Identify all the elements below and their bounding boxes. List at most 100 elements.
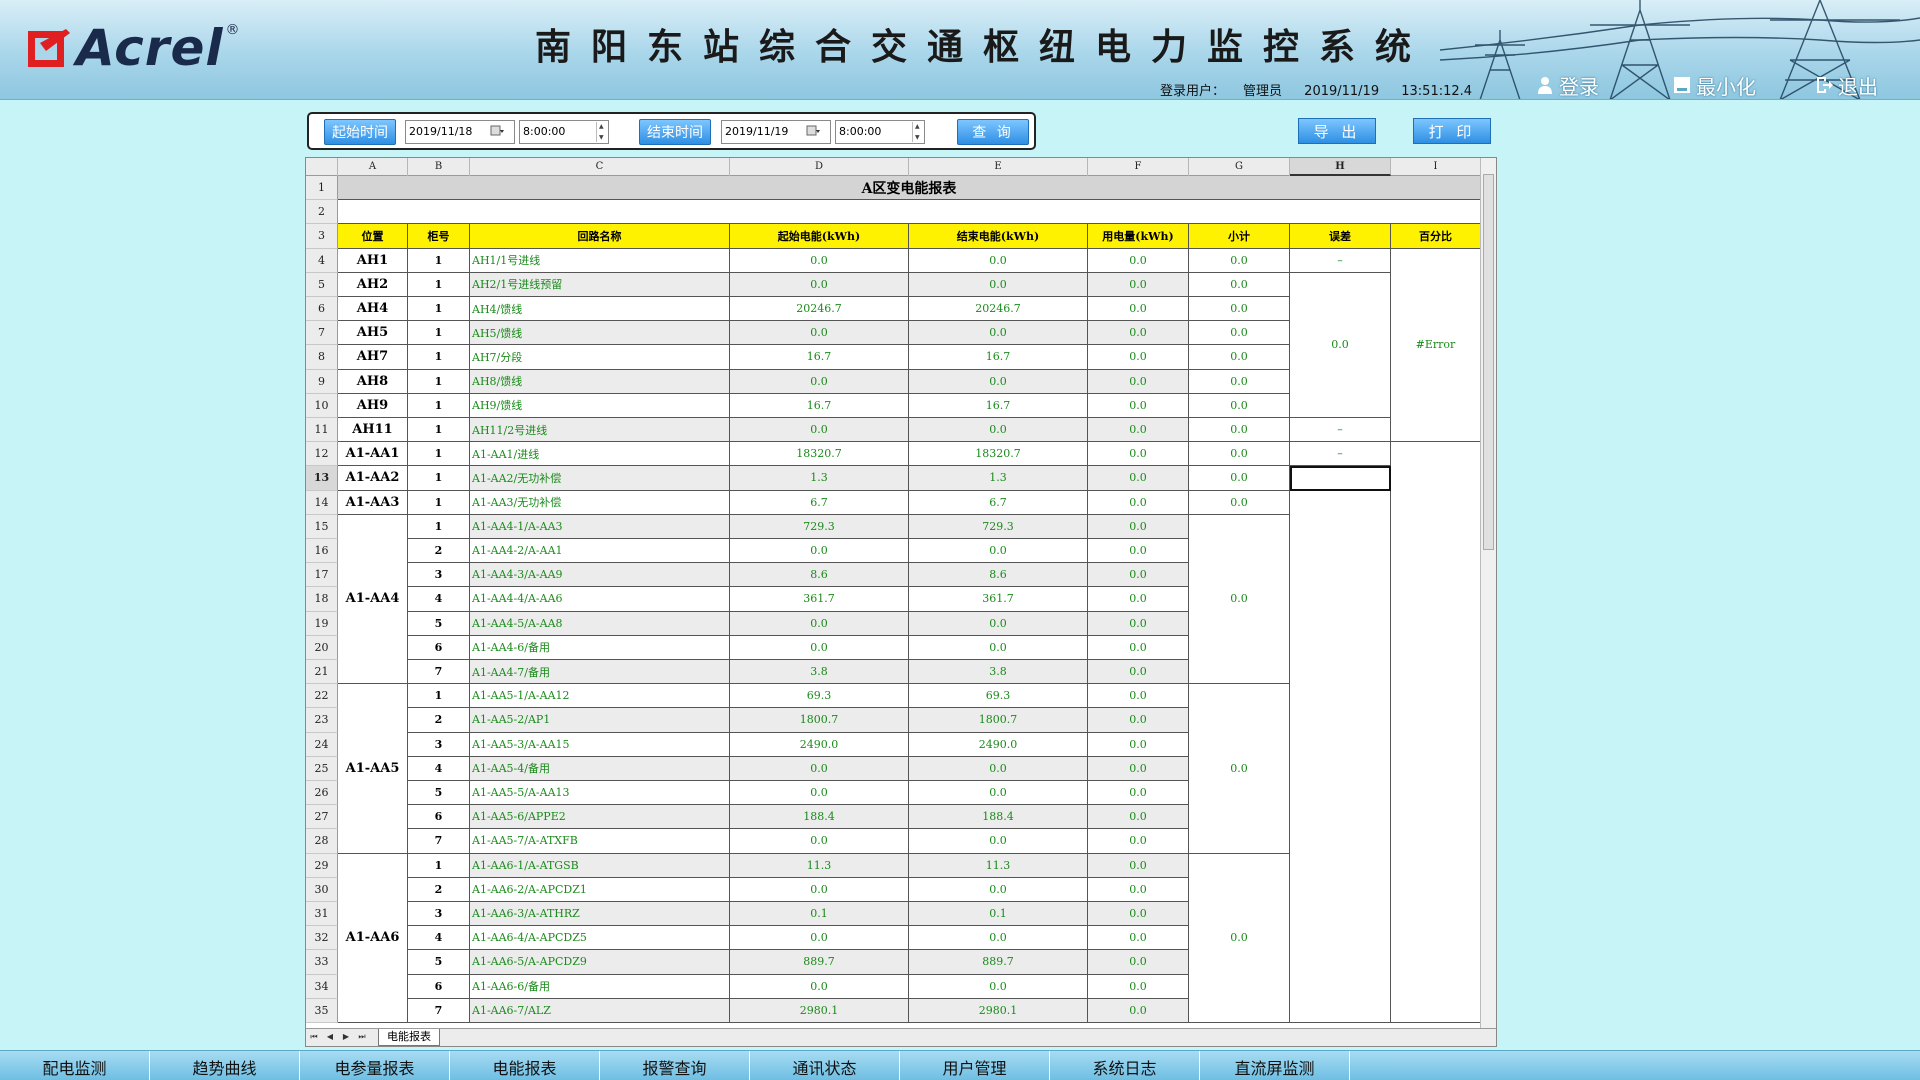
percent-merged-cell[interactable]: #Error: [1391, 248, 1481, 443]
cabinet-cell[interactable]: 7: [408, 829, 470, 854]
vertical-scrollbar[interactable]: [1480, 158, 1496, 1030]
usage-cell[interactable]: 0.0: [1088, 514, 1189, 539]
row-header[interactable]: 20: [306, 635, 338, 660]
row-header[interactable]: 13: [306, 466, 338, 491]
position-cell[interactable]: AH11: [338, 418, 408, 443]
print-button[interactable]: 打 印: [1413, 118, 1491, 144]
usage-cell[interactable]: 0.0: [1088, 708, 1189, 733]
column-header-b[interactable]: B: [408, 158, 470, 176]
end-energy-cell[interactable]: 0.0: [909, 418, 1088, 443]
end-energy-cell[interactable]: 18320.7: [909, 442, 1088, 467]
start-energy-cell[interactable]: 2980.1: [730, 998, 909, 1023]
end-energy-cell[interactable]: 1.3: [909, 466, 1088, 491]
position-cell[interactable]: AH9: [338, 393, 408, 418]
circuit-name-cell[interactable]: A1-AA5-7/A-ATXFB: [470, 829, 730, 854]
usage-cell[interactable]: 0.0: [1088, 490, 1189, 515]
next-sheet-icon[interactable]: ▶: [340, 1031, 352, 1043]
start-energy-cell[interactable]: 361.7: [730, 587, 909, 612]
row-header[interactable]: 16: [306, 539, 338, 564]
subtotal-cell[interactable]: 0.0: [1189, 442, 1290, 467]
end-energy-cell[interactable]: 188.4: [909, 805, 1088, 830]
position-cell[interactable]: AH5: [338, 321, 408, 346]
position-merged-cell[interactable]: A1-AA5: [338, 684, 408, 854]
start-energy-cell[interactable]: 16.7: [730, 345, 909, 370]
start-energy-cell[interactable]: 11.3: [730, 853, 909, 878]
nav-parameter-report[interactable]: 电参量报表: [300, 1051, 450, 1080]
row-header[interactable]: 3: [306, 224, 338, 249]
circuit-name-cell[interactable]: A1-AA6-4/A-APCDZ5: [470, 926, 730, 951]
column-header-e[interactable]: E: [909, 158, 1088, 176]
usage-cell[interactable]: 0.0: [1088, 853, 1189, 878]
export-button[interactable]: 导 出: [1298, 118, 1376, 144]
circuit-name-cell[interactable]: A1-AA3/无功补偿: [470, 490, 730, 515]
subtotal-cell[interactable]: 0.0: [1189, 248, 1290, 273]
start-energy-cell[interactable]: 18320.7: [730, 442, 909, 467]
usage-cell[interactable]: 0.0: [1088, 974, 1189, 999]
usage-cell[interactable]: 0.0: [1088, 466, 1189, 491]
position-cell[interactable]: A1-AA2: [338, 466, 408, 491]
cabinet-cell[interactable]: 1: [408, 272, 470, 297]
row-header[interactable]: 34: [306, 974, 338, 999]
row-header[interactable]: 6: [306, 297, 338, 322]
sheet-tab-energy-report[interactable]: 电能报表: [378, 1029, 440, 1046]
usage-cell[interactable]: 0.0: [1088, 660, 1189, 685]
cabinet-cell[interactable]: 4: [408, 587, 470, 612]
start-energy-cell[interactable]: 889.7: [730, 950, 909, 975]
minimize-button[interactable]: 最小化: [1672, 72, 1756, 99]
start-energy-cell[interactable]: 0.0: [730, 369, 909, 394]
start-energy-cell[interactable]: 2490.0: [730, 732, 909, 757]
usage-cell[interactable]: 0.0: [1088, 272, 1189, 297]
end-energy-cell[interactable]: 2490.0: [909, 732, 1088, 757]
position-cell[interactable]: A1-AA1: [338, 442, 408, 467]
start-energy-cell[interactable]: 0.0: [730, 611, 909, 636]
row-header[interactable]: 29: [306, 853, 338, 878]
percent-empty-cell[interactable]: [1391, 442, 1481, 1023]
end-energy-cell[interactable]: 0.0: [909, 635, 1088, 660]
row-header[interactable]: 5: [306, 272, 338, 297]
last-sheet-icon[interactable]: ⏭: [356, 1031, 368, 1043]
row-header[interactable]: 25: [306, 756, 338, 781]
end-energy-cell[interactable]: 0.0: [909, 781, 1088, 806]
end-energy-cell[interactable]: 0.0: [909, 369, 1088, 394]
end-energy-cell[interactable]: 1800.7: [909, 708, 1088, 733]
cabinet-cell[interactable]: 6: [408, 635, 470, 660]
circuit-name-cell[interactable]: AH9/馈线: [470, 393, 730, 418]
position-cell[interactable]: AH7: [338, 345, 408, 370]
circuit-name-cell[interactable]: A1-AA4-5/A-AA8: [470, 611, 730, 636]
cabinet-cell[interactable]: 1: [408, 345, 470, 370]
subtotal-merged-cell[interactable]: 0.0: [1189, 514, 1290, 685]
nav-system-log[interactable]: 系统日志: [1050, 1051, 1200, 1080]
row-header[interactable]: 18: [306, 587, 338, 612]
position-cell[interactable]: AH2: [338, 272, 408, 297]
position-merged-cell[interactable]: A1-AA4: [338, 514, 408, 685]
cabinet-cell[interactable]: 1: [408, 418, 470, 443]
circuit-name-cell[interactable]: A1-AA5-5/A-AA13: [470, 781, 730, 806]
calendar-dropdown-icon[interactable]: [806, 124, 820, 138]
usage-cell[interactable]: 0.0: [1088, 563, 1189, 588]
circuit-name-cell[interactable]: A1-AA4-6/备用: [470, 635, 730, 660]
circuit-name-cell[interactable]: A1-AA5-3/A-AA15: [470, 732, 730, 757]
circuit-name-cell[interactable]: A1-AA6-6/备用: [470, 974, 730, 999]
column-header-g[interactable]: G: [1189, 158, 1290, 176]
nav-communication-status[interactable]: 通讯状态: [750, 1051, 900, 1080]
usage-cell[interactable]: 0.0: [1088, 877, 1189, 902]
position-merged-cell[interactable]: A1-AA6: [338, 853, 408, 1023]
cabinet-cell[interactable]: 7: [408, 660, 470, 685]
circuit-name-cell[interactable]: AH11/2号进线: [470, 418, 730, 443]
end-energy-cell[interactable]: 889.7: [909, 950, 1088, 975]
cabinet-cell[interactable]: 1: [408, 297, 470, 322]
column-header-d[interactable]: D: [730, 158, 909, 176]
end-energy-cell[interactable]: 0.0: [909, 926, 1088, 951]
cabinet-cell[interactable]: 1: [408, 248, 470, 273]
cabinet-cell[interactable]: 6: [408, 974, 470, 999]
circuit-name-cell[interactable]: A1-AA5-1/A-AA12: [470, 684, 730, 709]
end-energy-cell[interactable]: 0.0: [909, 321, 1088, 346]
usage-cell[interactable]: 0.0: [1088, 297, 1189, 322]
cabinet-cell[interactable]: 1: [408, 514, 470, 539]
column-header-h[interactable]: H: [1290, 158, 1391, 176]
usage-cell[interactable]: 0.0: [1088, 781, 1189, 806]
start-energy-cell[interactable]: 6.7: [730, 490, 909, 515]
select-all-corner[interactable]: [306, 158, 338, 176]
circuit-name-cell[interactable]: A1-AA4-2/A-AA1: [470, 539, 730, 564]
usage-cell[interactable]: 0.0: [1088, 248, 1189, 273]
